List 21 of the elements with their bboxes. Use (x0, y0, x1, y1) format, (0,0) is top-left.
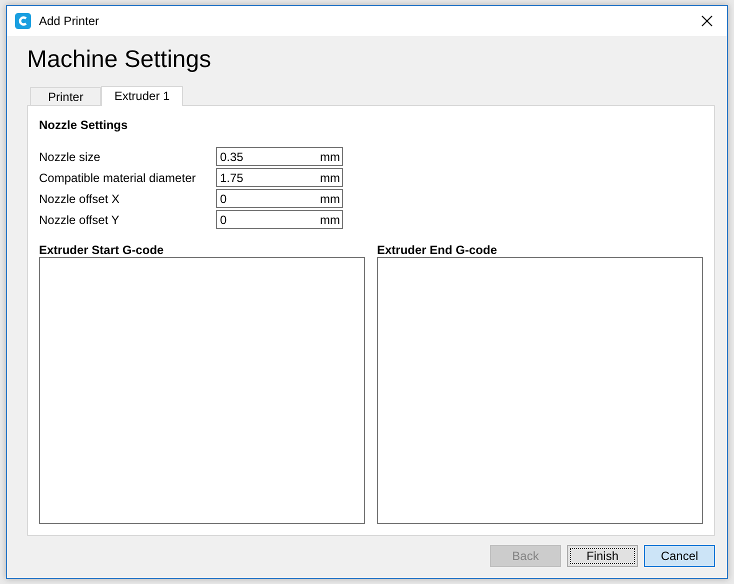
input-field[interactable]: 1.75 mm (216, 168, 343, 187)
window-title: Add Printer (39, 14, 100, 28)
page-heading: Machine Settings (27, 46, 212, 74)
section-title: Nozzle Settings (39, 118, 129, 132)
tab[interactable]: Extruder 1 (101, 86, 183, 106)
input-field[interactable]: 0 mm (216, 189, 343, 208)
tab[interactable]: Printer (30, 87, 102, 105)
app-logo-icon (15, 13, 31, 29)
input-field[interactable]: 0 mm (216, 210, 343, 229)
dialog-button[interactable]: Finish (567, 545, 638, 567)
gcode-text-area[interactable] (39, 257, 365, 524)
field-label: Nozzle size (39, 150, 102, 164)
field-label: Nozzle offset Y (39, 212, 120, 226)
field-label: Compatible material diameter (39, 170, 197, 184)
gcode-text-area[interactable] (377, 257, 703, 524)
dialog-button[interactable]: Cancel (644, 545, 715, 567)
section-title: Extruder Start G-code (39, 243, 165, 257)
field-label: Nozzle offset X (39, 192, 120, 206)
input-field[interactable]: 0.35 mm (216, 147, 343, 166)
close-icon[interactable] (699, 13, 715, 29)
section-title: Extruder End G-code (377, 243, 498, 257)
